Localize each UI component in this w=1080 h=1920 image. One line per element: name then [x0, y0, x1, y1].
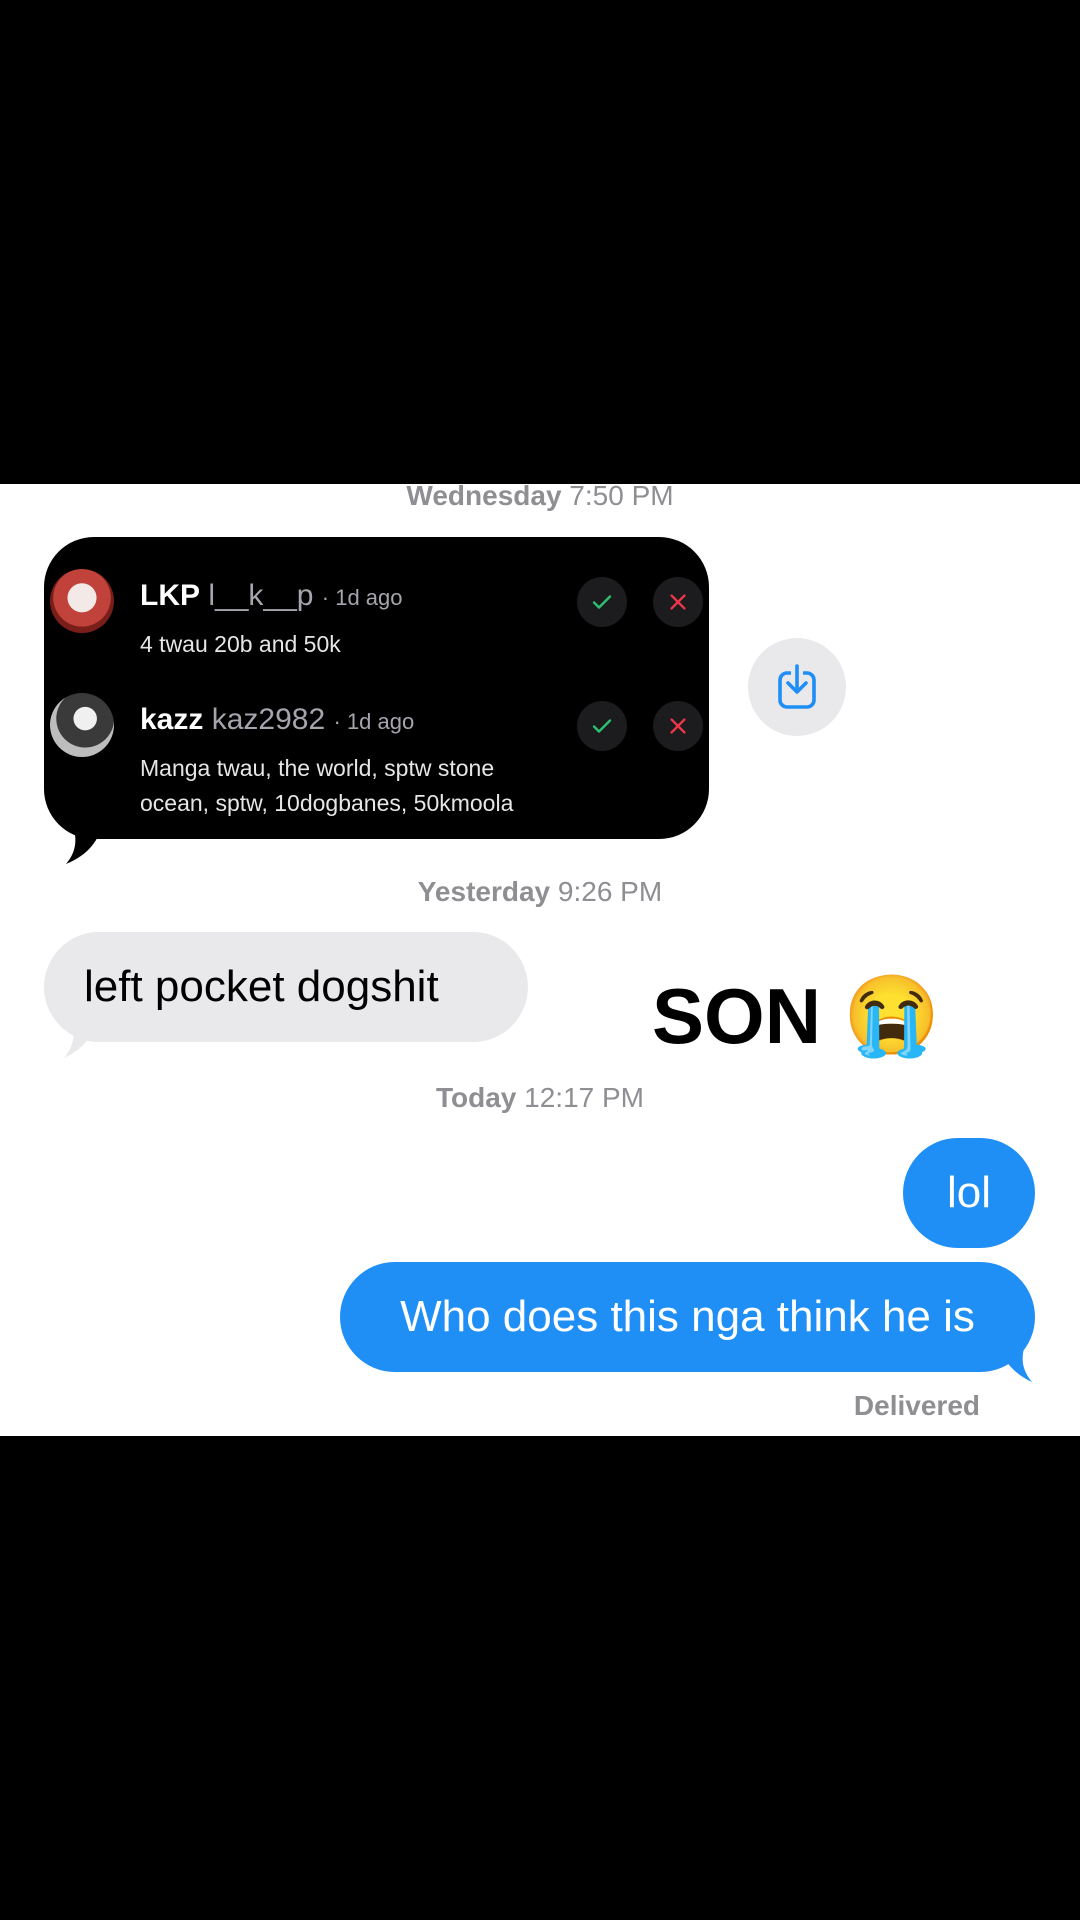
decline-button: [653, 701, 703, 751]
timestamp: Today 12:17 PM: [435, 1082, 645, 1113]
top-black-band: [0, 0, 1080, 484]
download-icon: [778, 664, 816, 709]
timestamp: Yesterday 9:26 PM: [417, 876, 663, 907]
delivery-status: Delivered: [853, 1390, 980, 1421]
timestamp: Wednesday 7:50 PM: [406, 484, 674, 511]
request-header: LKP l__k__p · 1d ago: [140, 579, 403, 612]
check-icon: [592, 719, 612, 733]
check-icon: [592, 595, 612, 609]
close-icon: [670, 594, 686, 610]
incoming-message-bubble[interactable]: left pocket dogshit: [44, 932, 528, 1042]
avatar: [50, 569, 114, 633]
bubble-tail: [996, 1342, 1032, 1382]
outgoing-message-bubble[interactable]: Who does this nga think he is: [340, 1262, 1035, 1372]
bottom-black-band: [0, 1436, 1080, 1920]
image-message-bubble[interactable]: LKP l__k__p · 1d ago 4 twau 20b and 50k …: [44, 537, 709, 839]
bubble-tail: [66, 822, 104, 864]
outgoing-message-bubble[interactable]: lol: [903, 1138, 1035, 1248]
decline-button: [653, 577, 703, 627]
request-message: Manga twau, the world, sptw stone ocean,…: [140, 755, 514, 816]
crying-emoji-icon: 😭: [843, 971, 941, 1059]
close-icon: [670, 718, 686, 734]
request-message: 4 twau 20b and 50k: [140, 631, 341, 657]
message-thread: Wednesday 7:50 PM LKP l__k__p · 1d ago 4…: [0, 484, 1080, 1436]
accept-button: [577, 577, 627, 627]
accept-button: [577, 701, 627, 751]
avatar: [50, 693, 114, 757]
bubble-tail: [64, 1018, 100, 1058]
request-header: kazz kaz2982 · 1d ago: [140, 703, 415, 736]
save-image-button[interactable]: [748, 638, 846, 736]
overlay-caption: SON 😭: [652, 970, 940, 1062]
